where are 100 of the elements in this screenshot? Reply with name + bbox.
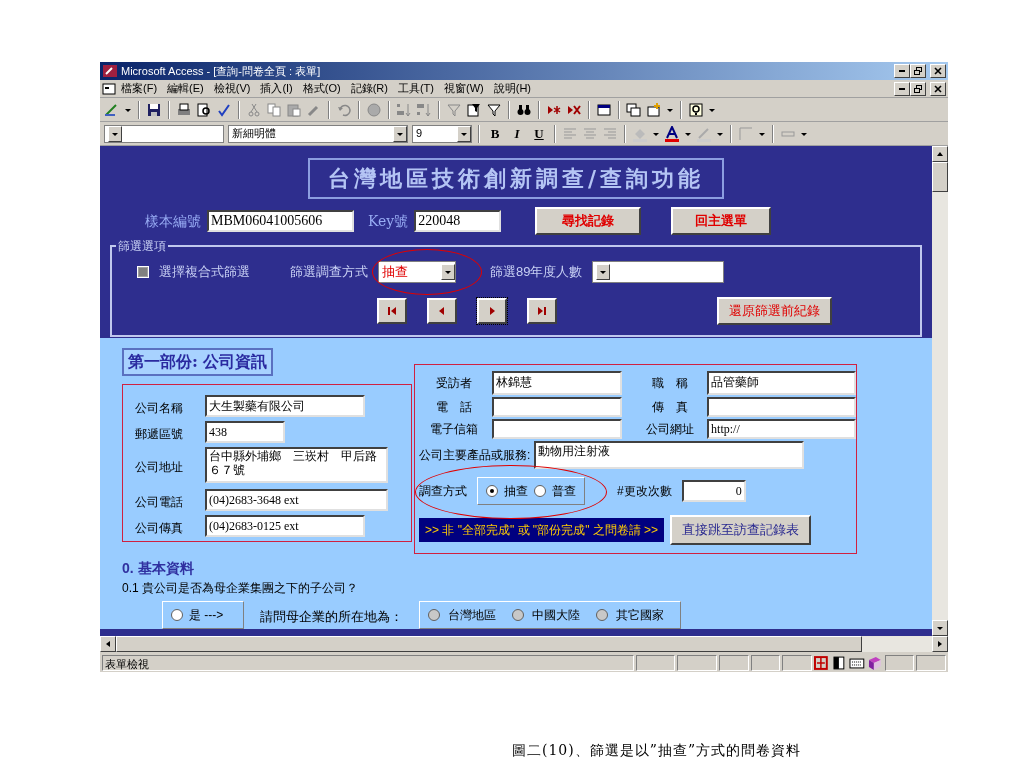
menu-item[interactable]: 插入(I) [255,80,298,97]
scroll-left-icon[interactable] [104,640,112,648]
scroll-thumb[interactable] [932,162,948,192]
input-field[interactable] [492,397,622,418]
input-field[interactable]: 0 [681,480,746,503]
book-icon[interactable] [867,655,883,671]
field-label: #更改次數 [617,483,672,501]
field-label: 受訪者 [434,375,473,393]
input-field[interactable]: 動物用注射液 [534,441,805,470]
bold-button[interactable]: B [486,123,504,144]
radio-label: 是 ---> [189,607,224,625]
menu-item[interactable]: 格式(O) [297,80,346,97]
form-title: 台灣地區技術創新調查/查詢功能 [307,158,724,199]
skip-forward-icon [536,305,548,317]
input-field[interactable]: 林錦慧 [492,371,622,396]
status-pane [782,655,812,671]
menu-item[interactable]: 編輯(E) [162,80,209,97]
jump-button[interactable]: 直接跳至訪查記錄表 [670,515,812,545]
line-color-icon[interactable] [696,125,712,142]
field-label: 公司主要產品或服務: [419,447,531,465]
database-window-icon[interactable] [626,101,642,118]
field-label: 郵遞區號 [135,425,184,443]
menu-item[interactable]: 工具(T) [392,80,439,97]
vertical-scrollbar[interactable] [932,146,948,636]
font-combo[interactable]: 新細明體 [228,124,408,143]
input-field[interactable]: (04)2683-3648 ext [205,489,388,512]
radio-label: 普查 [552,483,576,501]
field-label: 電 話 [434,399,473,417]
field-label: Key號 [368,211,409,231]
field-label: 公司名稱 [135,399,184,417]
radio-label: 其它國家 [616,607,664,625]
field-label: 職 稱 [651,375,690,393]
input-field[interactable]: 438 [205,421,285,444]
section-title: 第一部份: 公司資訊 [122,348,274,377]
horizontal-scrollbar[interactable] [100,636,948,652]
close-button[interactable] [930,81,946,96]
radio-button[interactable] [171,609,183,622]
minimize-button[interactable] [894,81,910,96]
input-field[interactable]: MBM06041005606 [207,210,354,232]
restore-button[interactable] [910,81,926,96]
input-field[interactable]: 品管藥師 [707,371,856,396]
object-combo[interactable] [104,124,224,143]
scroll-right-icon[interactable] [936,640,944,648]
field-label: 傳 真 [651,399,690,417]
checkbox-label: 選擇複合式篩選 [159,263,250,282]
field-label: 請問母企業的所在地為： [260,608,403,627]
print-icon[interactable] [176,101,192,118]
input-field[interactable] [707,397,856,418]
menu-item[interactable]: 檢視(V) [208,80,256,97]
minimize-button[interactable] [894,64,910,78]
menu-item[interactable]: 說明(H) [488,80,536,97]
dropdown-arrow-icon[interactable] [444,268,452,276]
scroll-down-icon[interactable] [936,624,944,632]
figure-caption: 圖二(10)、篩選是以”抽查”方式的問卷資料 [512,741,803,760]
filter-icon[interactable] [486,101,502,118]
menu-item[interactable]: 檔案(F) [116,80,163,97]
form-icon[interactable] [102,81,116,96]
field-label: 公司電話 [135,493,184,511]
radio-label: 抽查 [504,483,528,501]
question-text: 0.1 貴公司是否為母企業集團之下的子公司？ [122,580,359,598]
save-icon[interactable] [146,101,162,118]
font-color-icon[interactable] [664,125,680,142]
status-pane [718,655,749,671]
headcount-combo[interactable] [592,261,725,283]
field-label: 電子信箱 [428,421,479,439]
input-field[interactable] [492,419,622,440]
checkbox[interactable] [137,266,149,278]
properties-icon[interactable] [596,101,612,118]
scroll-up-icon[interactable] [936,150,944,158]
dropdown-arrow-icon[interactable] [599,268,608,276]
radio-button[interactable] [486,485,498,498]
input-field[interactable]: 大生製藥有限公司 [205,395,365,418]
italic-button[interactable]: I [508,123,526,144]
next-record-button[interactable] [477,298,507,324]
radio-label: 中國大陸 [532,607,580,625]
restore-button[interactable] [910,64,926,78]
keyboard-icon[interactable] [849,655,866,671]
close-button[interactable] [930,64,946,78]
input-field[interactable]: http:// [707,419,856,440]
status-text: 表單檢視 [102,655,634,671]
input-method-icon[interactable] [813,655,830,671]
new-object-icon[interactable] [646,101,662,118]
paste-icon[interactable] [286,101,302,118]
last-record-button[interactable] [527,298,557,324]
input-field[interactable]: 台中縣外埔鄉 三崁村 甲后路６７號 [205,447,388,484]
menu-item[interactable]: 視窗(W) [439,80,489,97]
radio-button[interactable] [534,485,546,498]
minimize-icon [899,70,905,72]
section-heading: 0. 基本資料 [122,559,195,579]
design-view-icon[interactable] [104,101,120,118]
underline-button[interactable]: U [530,123,548,144]
input-field[interactable]: 220048 [414,210,502,232]
input-field[interactable]: (04)2683-0125 ext [205,515,365,538]
method-combo[interactable]: 抽查 [378,261,456,283]
first-record-button[interactable] [377,298,407,324]
previous-record-button[interactable] [427,298,457,324]
size-combo[interactable]: 9 [412,124,472,143]
filter-form-icon[interactable] [466,101,482,118]
print-preview-icon[interactable] [196,101,212,118]
menu-item[interactable]: 記錄(R) [345,80,393,97]
